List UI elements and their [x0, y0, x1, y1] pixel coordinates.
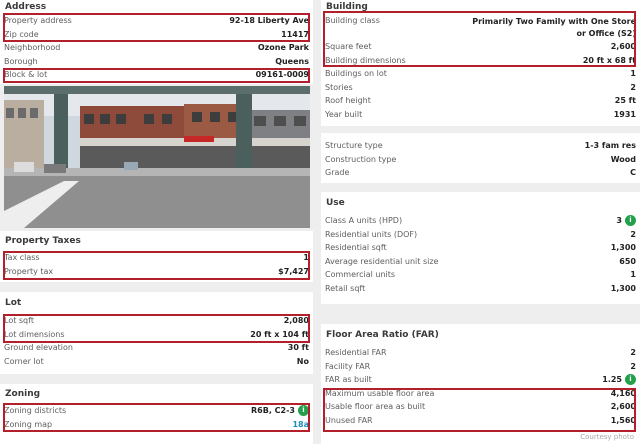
residential-sqft-label: Residential sqft	[325, 243, 387, 253]
commercial-units-value: 1	[630, 270, 636, 280]
use-card: Use Class A units (HPD) 3 i Residential un…	[321, 192, 640, 304]
year-built-label: Year built	[325, 109, 363, 119]
neighborhood-value: Ozone Park	[257, 43, 309, 53]
corner-lot-label: Corner lot	[4, 356, 44, 366]
facility-far-row: Facility FAR 2	[321, 360, 640, 374]
corner-lot-row: Corner lot No	[0, 355, 313, 369]
structure-type-value: 1-3 fam res	[584, 141, 636, 151]
class-a-units-label: Class A units (HPD)	[325, 216, 403, 226]
highlight-zoning	[3, 403, 310, 432]
construction-type-label: Construction type	[325, 154, 397, 164]
info-icon[interactable]: i	[625, 215, 636, 227]
retail-sqft-label: Retail sqft	[325, 283, 366, 293]
highlight-building	[323, 11, 636, 67]
structure-card: Structure type 1-3 fam res Construction t…	[321, 133, 640, 183]
residential-units-row: Residential units (DOF) 2	[321, 228, 640, 242]
neighborhood-label: Neighborhood	[4, 43, 61, 53]
residential-sqft-row: Residential sqft 1,300	[321, 241, 640, 255]
construction-type-row: Construction type Wood	[321, 153, 640, 167]
stories-value: 2	[630, 82, 636, 92]
year-built-row: Year built 1931	[321, 108, 640, 122]
borough-label: Borough	[4, 56, 38, 66]
class-a-units-value-wrap: 3i	[616, 215, 636, 227]
stories-row: Stories 2	[321, 81, 640, 95]
highlight-lot	[3, 314, 310, 343]
lot-title: Lot	[5, 298, 22, 308]
ground-elevation-row: Ground elevation 30 ft	[0, 341, 313, 355]
highlight-address	[3, 13, 310, 42]
use-title: Use	[326, 198, 345, 208]
ground-elevation-value: 30 ft	[287, 343, 309, 353]
commercial-units-label: Commercial units	[325, 270, 396, 280]
buildings-on-lot-label: Buildings on lot	[325, 69, 387, 79]
far-as-built-label: FAR as built	[325, 375, 372, 385]
address-title: Address	[5, 2, 47, 12]
facility-far-value: 2	[630, 361, 636, 371]
far-as-built-value-wrap: 1.25 i	[602, 374, 636, 386]
residential-units-value: 2	[630, 229, 636, 239]
year-built-value: 1931	[613, 109, 636, 119]
construction-type-value: Wood	[610, 154, 636, 164]
residential-units-label: Residential units (DOF)	[325, 229, 418, 239]
grade-row: Grade C	[321, 166, 640, 180]
street-view-photo	[4, 86, 310, 228]
residential-far-row: Residential FAR 2	[321, 346, 640, 360]
retail-sqft-row: Retail sqft 1,300	[321, 282, 640, 296]
avg-unit-size-row: Average residential unit size 650	[321, 255, 640, 269]
facility-far-label: Facility FAR	[325, 361, 371, 371]
street-view-image	[4, 86, 310, 228]
grade-value: C	[630, 168, 636, 178]
neighborhood-row: Neighborhood Ozone Park	[0, 41, 313, 55]
stories-label: Stories	[325, 82, 353, 92]
avg-unit-size-value: 650	[619, 256, 636, 266]
avg-unit-size-label: Average residential unit size	[325, 256, 439, 266]
highlight-taxes	[3, 251, 310, 280]
watermark: Courtesy photo	[580, 433, 634, 441]
roof-height-label: Roof height	[325, 96, 371, 106]
structure-type-row: Structure type 1-3 fam res	[321, 139, 640, 153]
far-as-built-row: FAR as built 1.25 i	[321, 373, 640, 387]
zoning-title: Zoning	[5, 389, 41, 399]
class-a-units-value: 3	[616, 216, 622, 226]
class-a-units-row: Class A units (HPD) 3 i	[321, 214, 640, 228]
buildings-on-lot-row: Buildings on lot 1	[321, 67, 640, 81]
far-as-built-value: 1.25	[602, 375, 622, 385]
structure-type-label: Structure type	[325, 141, 383, 151]
roof-height-value: 25 ft	[614, 96, 636, 106]
residential-far-value: 2	[630, 348, 636, 358]
far-title: Floor Area Ratio (FAR)	[326, 330, 439, 340]
highlight-block-lot	[3, 68, 310, 83]
roof-height-row: Roof height 25 ft	[321, 94, 640, 108]
borough-value: Queens	[275, 56, 309, 66]
retail-sqft-value: 1,300	[610, 283, 636, 293]
residential-sqft-value: 1,300	[610, 243, 636, 253]
grade-label: Grade	[325, 168, 350, 178]
commercial-units-row: Commercial units 1	[321, 268, 640, 282]
corner-lot-value: No	[296, 356, 309, 366]
buildings-on-lot-value: 1	[630, 69, 636, 79]
highlight-far	[323, 388, 636, 432]
ground-elevation-label: Ground elevation	[4, 343, 73, 353]
property-taxes-title: Property Taxes	[5, 236, 81, 246]
info-icon[interactable]: i	[625, 374, 636, 386]
borough-row: Borough Queens	[0, 55, 313, 69]
residential-far-label: Residential FAR	[325, 348, 387, 358]
